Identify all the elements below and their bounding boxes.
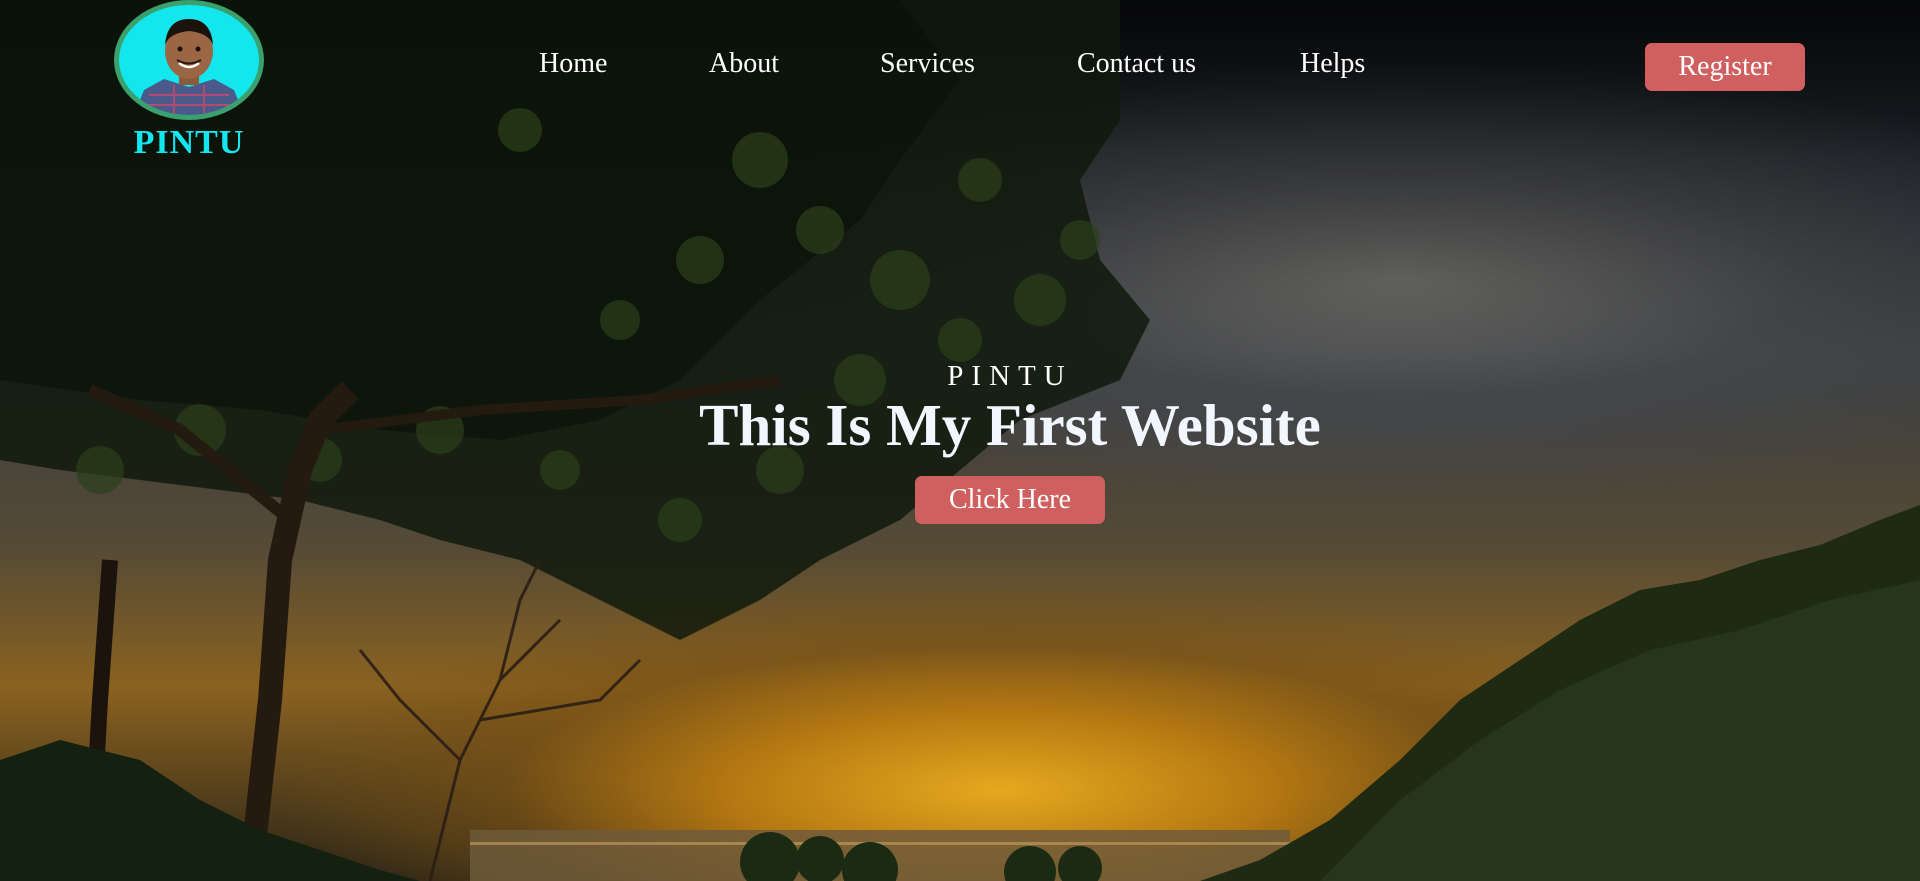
hero-headline: This Is My First Website — [699, 392, 1321, 458]
nav-about[interactable]: About — [709, 48, 779, 80]
nav-services[interactable]: Services — [880, 48, 975, 80]
nav-contact-us[interactable]: Contact us — [1077, 48, 1196, 80]
avatar — [114, 0, 264, 120]
avatar-photo-icon — [134, 19, 244, 115]
register-button[interactable]: Register — [1645, 43, 1805, 91]
click-here-button[interactable]: Click Here — [915, 475, 1105, 524]
hero-kicker: PINTU — [947, 360, 1073, 392]
brand-logo[interactable]: PINTU — [114, 0, 264, 162]
brand-name: PINTU — [133, 124, 245, 161]
nav-home[interactable]: Home — [539, 48, 607, 80]
hero-content: PINTU This Is My First Website Click Her… — [0, 360, 1920, 524]
nav-helps[interactable]: Helps — [1300, 48, 1365, 80]
hero-section: PINTU Home About Services Contact us Hel… — [0, 0, 1920, 881]
